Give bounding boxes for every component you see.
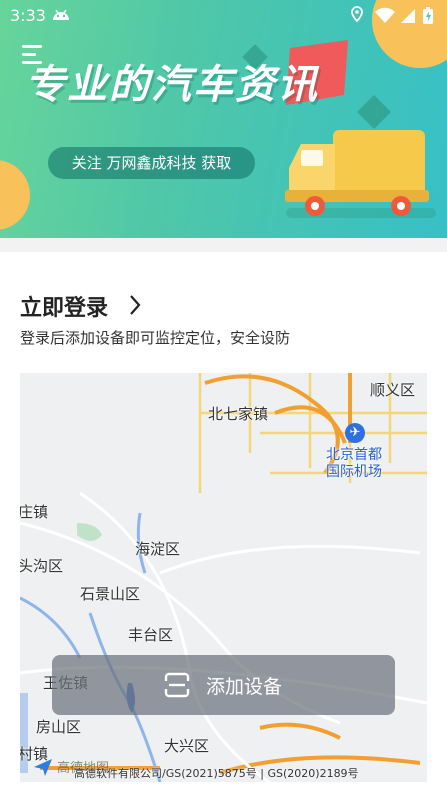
truck-icon bbox=[285, 130, 429, 216]
scan-icon bbox=[164, 672, 190, 698]
map-label-shijingshan: 石景山区 bbox=[80, 585, 141, 603]
map-label-fengtai: 丰台区 bbox=[128, 626, 174, 644]
android-icon bbox=[53, 9, 69, 20]
map-label-haidian: 海淀区 bbox=[135, 540, 181, 558]
gaode-logo-icon bbox=[34, 759, 52, 776]
map-background bbox=[20, 373, 427, 782]
status-time: 3:33 bbox=[10, 6, 46, 25]
map-label-beiqijia: 北七家镇 bbox=[208, 405, 269, 423]
map-label-airport-line2: 国际机场 bbox=[326, 464, 382, 480]
chevron-right-icon[interactable] bbox=[128, 294, 142, 316]
wifi-icon bbox=[375, 7, 395, 24]
add-device-label: 添加设备 bbox=[206, 676, 283, 698]
map-label-fangshan: 房山区 bbox=[36, 718, 82, 736]
banner-title: 专业的汽车资讯 bbox=[25, 62, 319, 108]
banner-follow-text: 关注 万网鑫成科技 获取 bbox=[48, 147, 255, 179]
login-subtitle: 登录后添加设备即可监控定位，安全设防 bbox=[20, 329, 291, 347]
map-label-airport: 北京首都 国际机场 bbox=[326, 447, 382, 481]
map-label-daxing: 大兴区 bbox=[164, 737, 210, 755]
map-label-toutou: 头沟区 bbox=[20, 557, 64, 575]
location-icon bbox=[351, 6, 363, 23]
map-label-airport-line1: 北京首都 bbox=[326, 447, 382, 463]
signal-icon bbox=[401, 9, 415, 23]
add-device-button[interactable]: 添加设备 bbox=[52, 655, 395, 715]
banner-divider bbox=[0, 238, 447, 252]
promo-banner[interactable]: 专业的汽车资讯 关注 万网鑫成科技 获取 bbox=[0, 0, 447, 238]
airport-icon: ✈ bbox=[345, 423, 365, 443]
map-view[interactable]: 顺义区 北七家镇 ✈ 北京首都 国际机场 庄镇 海淀区 头沟区 石景山区 丰台区… bbox=[20, 373, 427, 782]
status-icons bbox=[351, 6, 433, 24]
map-copyright: 高德软件有限公司/GS(2021)5875号 | GS(2020)2189号 bbox=[74, 767, 359, 780]
map-label-zhuangzhen: 庄镇 bbox=[20, 503, 49, 521]
battery-charging-icon bbox=[423, 7, 433, 24]
banner-title-wrap: 专业的汽车资讯 bbox=[25, 52, 319, 110]
map-label-shunyi: 顺义区 bbox=[370, 381, 416, 399]
status-bar: 3:33 bbox=[0, 0, 447, 32]
login-link[interactable]: 立即登录 bbox=[20, 290, 108, 322]
